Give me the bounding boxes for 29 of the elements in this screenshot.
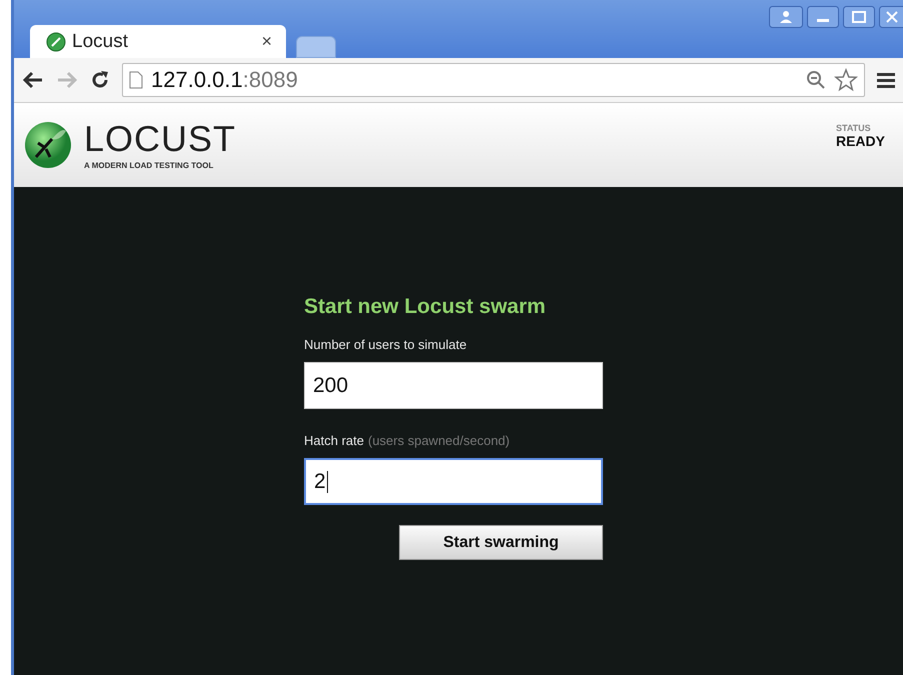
logo-subtitle: A MODERN LOAD TESTING TOOL — [84, 160, 214, 170]
minimize-icon[interactable] — [807, 6, 839, 28]
back-icon[interactable] — [22, 71, 44, 89]
status-value: READY — [836, 133, 885, 149]
url-port: :8089 — [242, 67, 298, 93]
zoom-icon[interactable] — [806, 70, 826, 90]
input-field[interactable]: 200 — [304, 362, 603, 409]
browser-tab[interactable]: Locust × — [30, 25, 286, 58]
field-hint: (users spawned/second) — [368, 433, 510, 448]
field-label: Hatch rate — [304, 433, 364, 448]
locust-logo-icon — [46, 32, 66, 52]
reload-icon[interactable] — [90, 70, 110, 90]
url-host: 127.0.0.1 — [151, 67, 243, 93]
maximize-icon[interactable] — [843, 6, 875, 28]
tab-close-button[interactable]: × — [261, 31, 272, 52]
field-label: Number of users to simulate — [304, 337, 468, 352]
input-field[interactable]: 2 — [304, 458, 603, 505]
page-icon — [129, 71, 143, 89]
close-icon[interactable] — [879, 6, 903, 28]
status-label: STATUS — [836, 123, 872, 133]
form-title: Start new Locust swarm — [304, 295, 547, 319]
locust-logo-icon — [24, 121, 72, 169]
star-icon[interactable] — [834, 68, 858, 92]
address-field[interactable]: 127.0.0.1:8089 — [122, 63, 865, 97]
tab-title: Locust — [72, 30, 129, 52]
logo-title: LOCUST — [84, 120, 236, 156]
profile-icon[interactable] — [769, 6, 803, 28]
start-swarming-button[interactable]: Start swarming — [399, 525, 603, 560]
menu-icon[interactable] — [877, 72, 895, 88]
